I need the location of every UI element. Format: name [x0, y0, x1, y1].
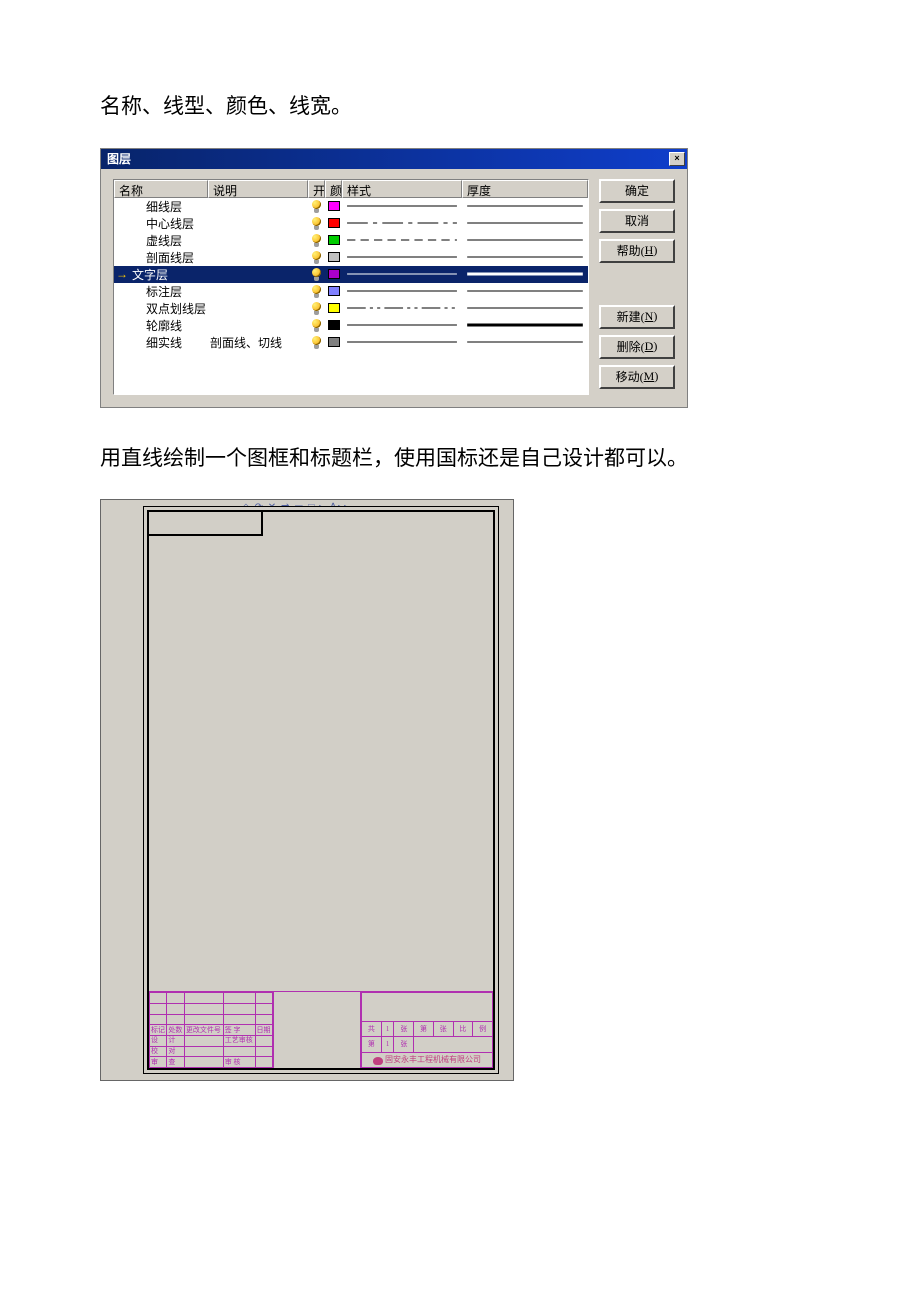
lightbulb-icon[interactable]: [311, 217, 322, 230]
layer-desc: 剖面线、切线: [208, 334, 308, 351]
lineweight-preview: [465, 284, 585, 298]
layer-name: 中心线层: [130, 215, 208, 232]
color-swatch[interactable]: [328, 303, 340, 313]
lineweight-preview: [465, 318, 585, 332]
layer-row[interactable]: 中心线层: [114, 215, 588, 232]
close-icon[interactable]: ×: [669, 152, 685, 166]
lineweight-preview: [465, 301, 585, 315]
delete-button[interactable]: 删除(D): [599, 335, 675, 359]
linestyle-preview: [345, 284, 459, 298]
lightbulb-icon[interactable]: [311, 285, 322, 298]
lightbulb-icon[interactable]: [311, 336, 322, 349]
new-button[interactable]: 新建(N): [599, 305, 675, 329]
cancel-button[interactable]: 取消: [599, 209, 675, 233]
layers-dialog: 图层 × 名称 说明 开 颜 样式 厚度 细线层 中心线层 虚线层 剖面线层 →…: [100, 148, 688, 408]
layer-row[interactable]: 细线层: [114, 198, 588, 215]
dialog-title: 图层: [107, 150, 131, 167]
color-swatch[interactable]: [328, 320, 340, 330]
layer-row[interactable]: →文字层: [114, 266, 588, 283]
lightbulb-icon[interactable]: [311, 234, 322, 247]
lineweight-preview: [465, 250, 585, 264]
move-button[interactable]: 移动(M): [599, 365, 675, 389]
color-swatch[interactable]: [328, 269, 340, 279]
company-logo-icon: [373, 1057, 383, 1065]
layer-row[interactable]: 细实线剖面线、切线: [114, 334, 588, 351]
lineweight-preview: [465, 267, 585, 281]
linestyle-preview: [345, 267, 459, 281]
layer-list[interactable]: 名称 说明 开 颜 样式 厚度 细线层 中心线层 虚线层 剖面线层 →文字层 标…: [113, 179, 589, 395]
col-thick[interactable]: 厚度: [462, 180, 588, 198]
col-on[interactable]: 开: [308, 180, 325, 198]
help-button[interactable]: 帮助(H): [599, 239, 675, 263]
intro-text: 名称、线型、颜色、线宽。: [100, 90, 820, 124]
color-swatch[interactable]: [328, 218, 340, 228]
linestyle-preview: [345, 250, 459, 264]
color-swatch[interactable]: [328, 286, 340, 296]
drawing-preview: ◇ ⟳ ✕ ⇄ ▭ □ ▸ ⋀▸▸ 标记处数更改文件号签 字日期设计工艺审核校对…: [100, 499, 514, 1081]
layer-row[interactable]: 轮廓线: [114, 317, 588, 334]
layer-name: 标注层: [130, 283, 208, 300]
lightbulb-icon[interactable]: [311, 268, 322, 281]
layer-name: 虚线层: [130, 232, 208, 249]
layer-row[interactable]: 双点划线层: [114, 300, 588, 317]
linestyle-preview: [345, 216, 459, 230]
lightbulb-icon[interactable]: [311, 319, 322, 332]
lightbulb-icon[interactable]: [311, 200, 322, 213]
lineweight-preview: [465, 216, 585, 230]
layer-name: 细实线: [130, 334, 208, 351]
lineweight-preview: [465, 233, 585, 247]
linestyle-preview: [345, 318, 459, 332]
layer-row[interactable]: 标注层: [114, 283, 588, 300]
linestyle-preview: [345, 335, 459, 349]
layer-name: 双点划线层: [130, 300, 208, 317]
button-column: 确定 取消 帮助(H) 新建(N) 删除(D) 移动(M): [599, 179, 675, 395]
layer-name: 轮廓线: [130, 317, 208, 334]
layer-row[interactable]: 虚线层: [114, 232, 588, 249]
lightbulb-icon[interactable]: [311, 302, 322, 315]
linestyle-preview: [345, 199, 459, 213]
layer-row[interactable]: 剖面线层: [114, 249, 588, 266]
color-swatch[interactable]: [328, 235, 340, 245]
linestyle-preview: [345, 301, 459, 315]
list-header: 名称 说明 开 颜 样式 厚度: [114, 180, 588, 198]
linestyle-preview: [345, 233, 459, 247]
color-swatch[interactable]: [328, 201, 340, 211]
col-style[interactable]: 样式: [342, 180, 462, 198]
title-block: 标记处数更改文件号签 字日期设计工艺审核校对审查审 核 共1张第张比例第1张固安…: [149, 991, 493, 1068]
lightbulb-icon[interactable]: [311, 251, 322, 264]
lineweight-preview: [465, 335, 585, 349]
current-layer-icon: →: [116, 267, 128, 282]
titlebar: 图层 ×: [101, 149, 687, 169]
color-swatch[interactable]: [328, 337, 340, 347]
layer-name: 剖面线层: [130, 249, 208, 266]
col-color[interactable]: 颜: [325, 180, 342, 198]
layer-name: 文字层: [130, 266, 208, 283]
drawing-frame: 标记处数更改文件号签 字日期设计工艺审核校对审查审 核 共1张第张比例第1张固安…: [143, 506, 499, 1074]
ok-button[interactable]: 确定: [599, 179, 675, 203]
col-desc[interactable]: 说明: [208, 180, 308, 198]
lineweight-preview: [465, 199, 585, 213]
col-name[interactable]: 名称: [114, 180, 208, 198]
color-swatch[interactable]: [328, 252, 340, 262]
instruction-text: 用直线绘制一个图框和标题栏，使用国标还是自己设计都可以。: [100, 442, 820, 476]
layer-name: 细线层: [130, 198, 208, 215]
